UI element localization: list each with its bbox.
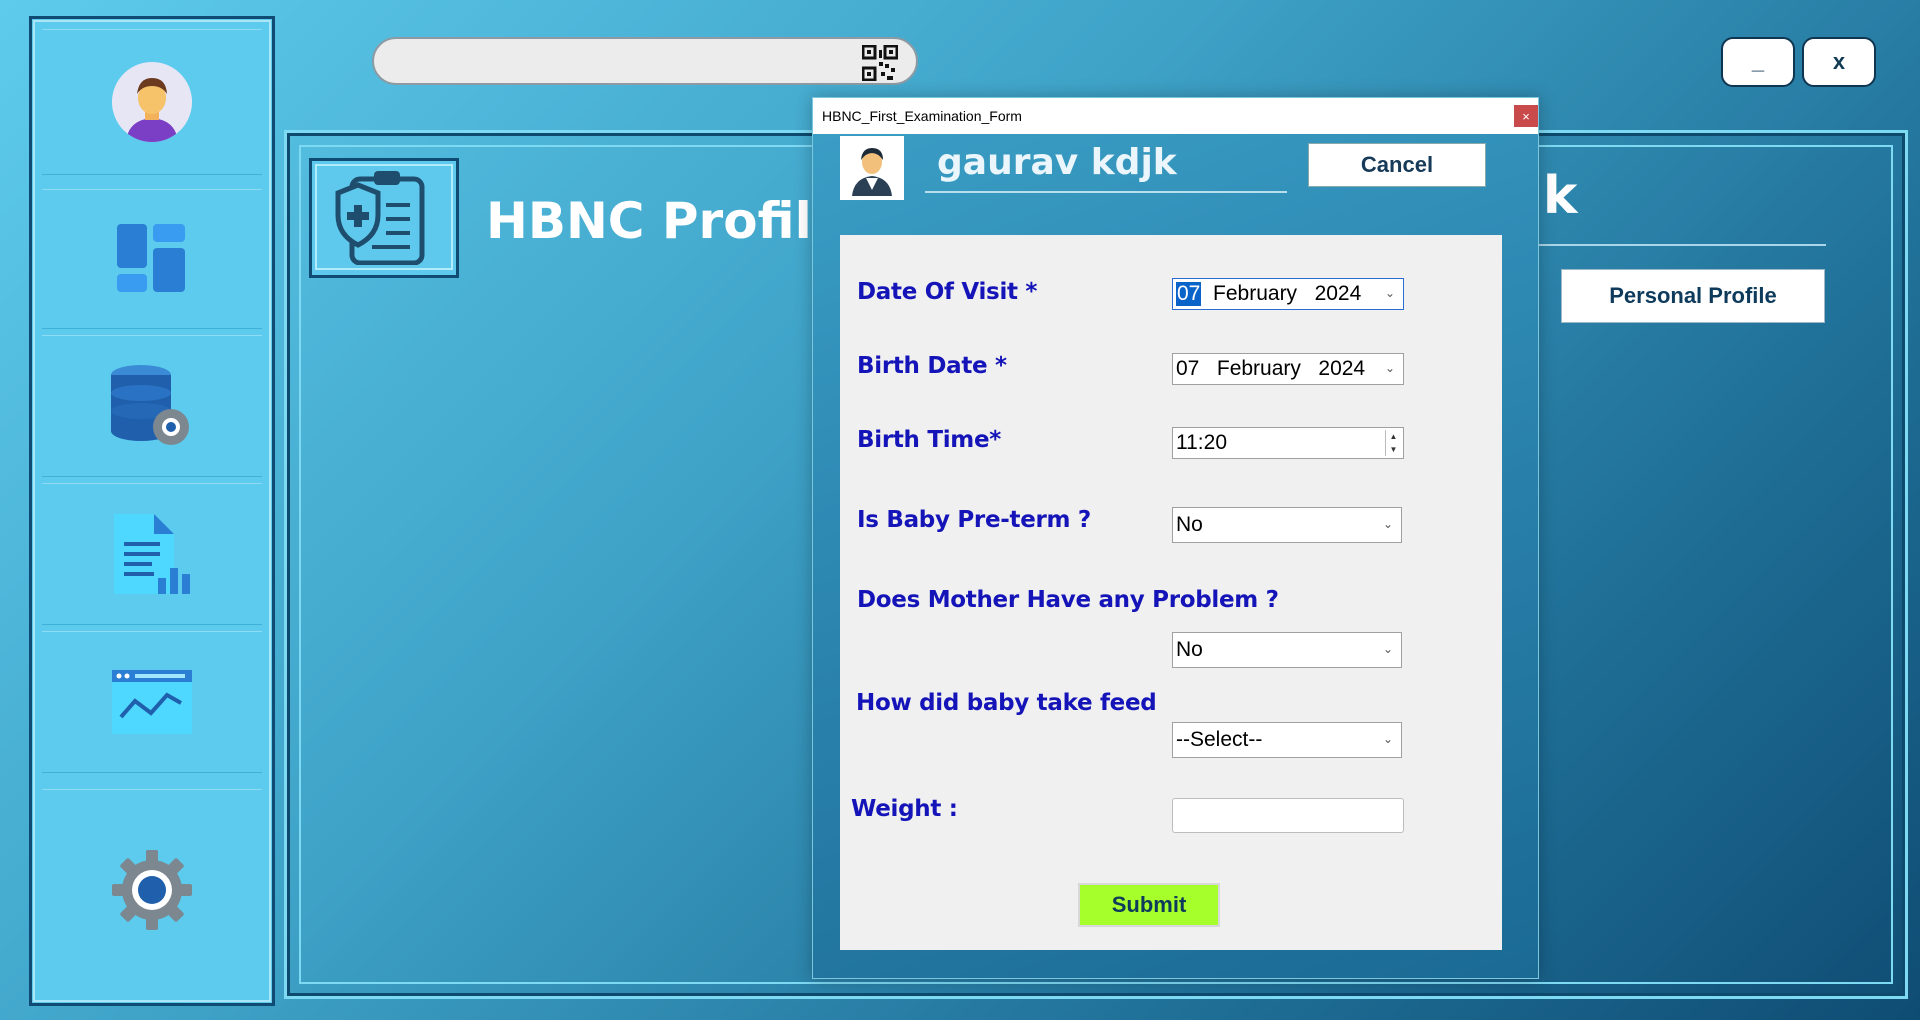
patient-photo [840,136,904,200]
mother-problem-label: Does Mother Have any Problem ? [857,587,1279,613]
sidebar-item-settings[interactable] [42,789,262,989]
dialog-close-button[interactable]: × [1514,105,1538,127]
dialog-titlebar: HBNC_First_Examination_Form × [813,98,1538,134]
page-title: HBNC Profile [486,192,846,250]
time-spinner[interactable]: ▲ ▼ [1385,430,1401,456]
feed-label: How did baby take feed [856,690,1157,716]
birth-time-input[interactable]: 11:20 ▲ ▼ [1172,427,1404,459]
hbnc-icon-box [309,158,459,278]
feed-value: --Select-- [1176,728,1263,751]
weight-label: Weight : [851,796,958,822]
sidebar-item-reports[interactable] [42,483,262,625]
search-bar [372,37,918,85]
sidebar-item-database-settings[interactable] [42,335,262,477]
preterm-value: No [1176,513,1203,536]
name-underline [1536,244,1826,246]
birth-time-value: 11:20 [1176,431,1227,454]
sidebar-item-user-avatar[interactable] [42,29,262,175]
examination-form: Date Of Visit * 07 February 2024 ⌄ Birth… [840,235,1502,950]
personal-profile-button[interactable]: Personal Profile [1561,269,1825,323]
submit-button[interactable]: Submit [1078,883,1220,927]
chevron-down-icon: ⌄ [1382,642,1393,656]
date-of-visit-month-year: February 2024 [1201,282,1362,305]
birth-date-label: Birth Date * [857,353,1007,379]
hbnc-examination-dialog: HBNC_First_Examination_Form × gaurav kdj… [812,97,1539,979]
qr-scan-icon[interactable] [862,45,898,81]
birth-date-value: 07 February 2024 [1176,357,1366,380]
chevron-down-icon: ⌄ [1384,361,1395,375]
spin-down-icon[interactable]: ▼ [1386,443,1401,456]
preterm-select[interactable]: No ⌄ [1172,507,1402,543]
date-of-visit-label: Date Of Visit * [857,279,1038,305]
medical-clipboard-icon [335,171,425,265]
chevron-down-icon: ⌄ [1382,517,1393,531]
dashboard-icon [117,224,185,292]
search-input[interactable] [394,47,854,75]
database-gear-icon [111,365,189,445]
user-avatar-icon [112,62,192,142]
dialog-title: HBNC_First_Examination_Form [822,108,1022,124]
cancel-button[interactable]: Cancel [1308,143,1486,187]
gear-icon [112,849,192,930]
sidebar [29,16,275,1006]
patient-name: gaurav kdjk [937,142,1177,183]
date-of-visit-day: 07 [1176,282,1202,306]
birth-date-picker[interactable]: 07 February 2024 ⌄ [1172,353,1404,385]
hbnc-icon-frame [315,164,453,270]
analytics-window-icon [112,670,192,734]
date-of-visit-picker[interactable]: 07 February 2024 ⌄ [1172,278,1404,310]
sidebar-item-dashboard[interactable] [42,189,262,329]
patient-name-underline [925,191,1287,193]
report-document-icon [114,514,190,594]
mother-problem-value: No [1176,638,1203,661]
feed-select[interactable]: --Select-- ⌄ [1172,722,1402,758]
minimize-button[interactable]: _ [1721,37,1795,87]
close-window-button[interactable]: x [1802,37,1876,87]
spin-up-icon[interactable]: ▲ [1386,430,1401,443]
chevron-down-icon: ⌄ [1382,732,1393,746]
preterm-label: Is Baby Pre-term ? [857,507,1091,533]
birth-time-label: Birth Time* [857,427,1001,453]
weight-input[interactable] [1172,798,1404,833]
mother-problem-select[interactable]: No ⌄ [1172,632,1402,668]
doctor-avatar-icon [852,148,892,196]
chevron-down-icon: ⌄ [1384,286,1395,300]
sidebar-item-analytics[interactable] [42,631,262,773]
